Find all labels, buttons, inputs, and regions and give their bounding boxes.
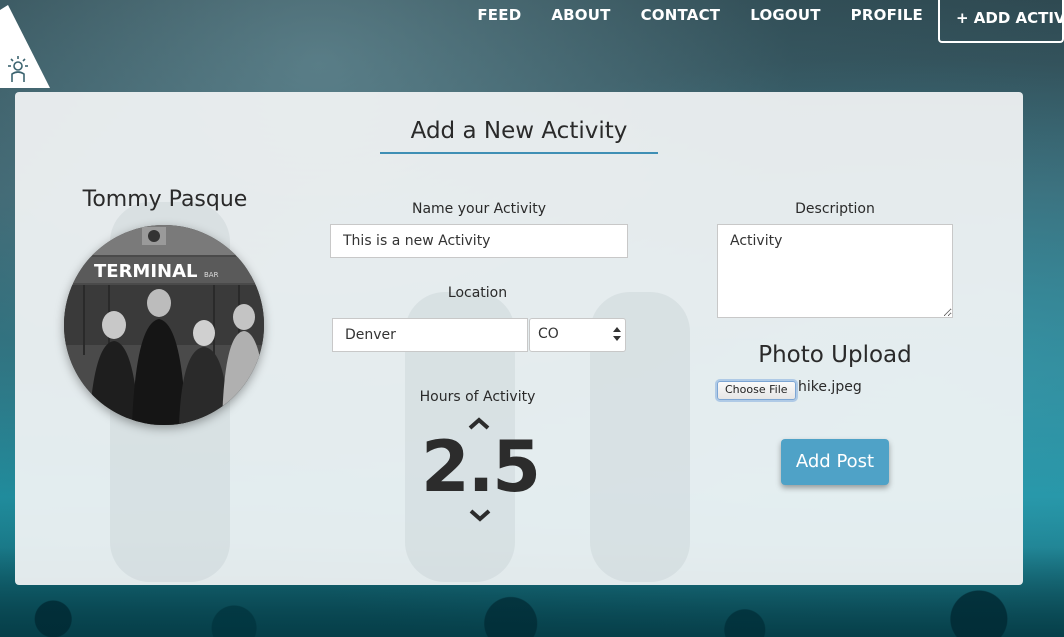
- description-textarea[interactable]: Activity: [717, 224, 953, 318]
- avatar-sign-small-text: BAR: [204, 271, 219, 279]
- nav-contact-link[interactable]: CONTACT: [626, 0, 736, 34]
- activity-name-input[interactable]: [330, 224, 628, 258]
- top-nav: FEED ABOUT CONTACT LOGOUT PROFILE + ADD …: [462, 0, 1064, 44]
- page-title: Add a New Activity: [380, 118, 658, 154]
- hours-value: 2.5: [420, 426, 541, 508]
- hours-label: Hours of Activity: [419, 389, 536, 405]
- site-logo[interactable]: [0, 0, 52, 92]
- photo-upload-title: Photo Upload: [758, 342, 912, 368]
- description-label: Description: [795, 201, 875, 217]
- nav-feed-link[interactable]: FEED: [462, 0, 536, 34]
- avatar: TERMINAL BAR: [64, 225, 264, 425]
- add-post-button[interactable]: Add Post: [781, 439, 889, 485]
- nav-logout-link[interactable]: LOGOUT: [735, 0, 835, 34]
- nav-profile-link[interactable]: PROFILE: [836, 0, 938, 34]
- select-arrows-icon: [613, 327, 621, 341]
- avatar-photo: TERMINAL BAR: [64, 225, 264, 425]
- location-label: Location: [447, 285, 508, 301]
- activity-name-label: Name your Activity: [411, 201, 547, 217]
- selected-file-name: hike.jpeg: [798, 379, 862, 395]
- nav-about-link[interactable]: ABOUT: [536, 0, 625, 34]
- add-activity-card: Add a New Activity Tommy Pasque TERMINAL…: [15, 92, 1023, 585]
- choose-file-button[interactable]: Choose File: [717, 381, 796, 400]
- state-select[interactable]: CO: [529, 318, 626, 352]
- avatar-sign-text: TERMINAL: [94, 261, 198, 282]
- nav-add-activity-button[interactable]: + ADD ACTIVITY: [938, 0, 1064, 43]
- city-input[interactable]: [332, 318, 528, 352]
- mountain-hiker-logo-icon: [0, 5, 50, 88]
- hours-decrease-chevron-down-icon[interactable]: [468, 507, 492, 523]
- user-name: Tommy Pasque: [82, 187, 248, 212]
- state-select-value: CO: [538, 326, 559, 342]
